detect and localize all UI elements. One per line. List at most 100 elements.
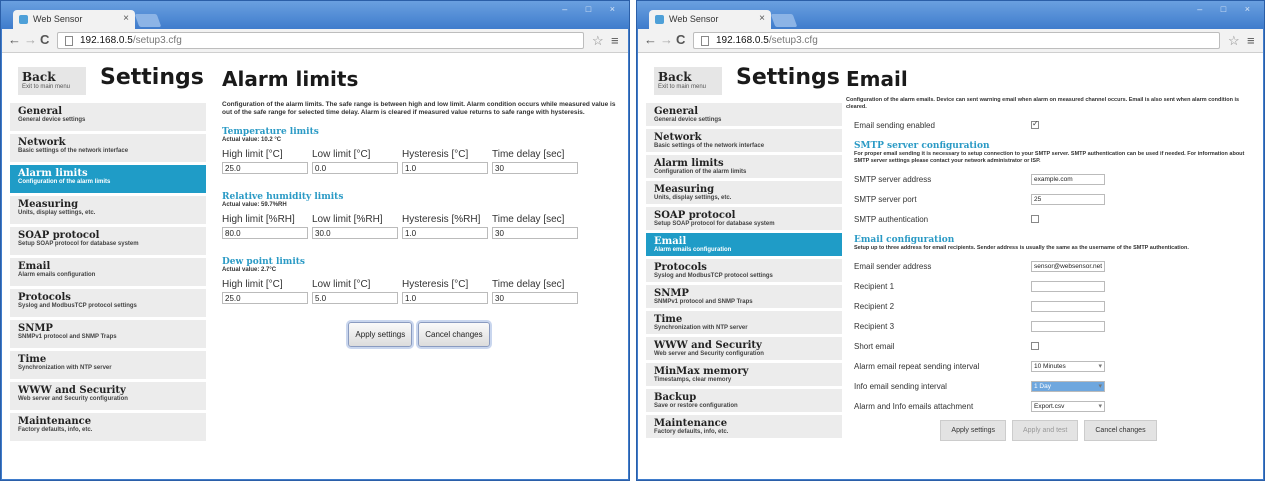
apply-and-test-button[interactable]: Apply and test	[1012, 420, 1079, 441]
bookmark-star-icon[interactable]: ☆	[1228, 33, 1240, 49]
menu-icon[interactable]: ≡	[611, 33, 619, 48]
new-tab-button[interactable]	[134, 14, 162, 27]
window-controls[interactable]: – □ ×	[1197, 4, 1258, 14]
smtp-address-input[interactable]: example.com	[1031, 173, 1105, 185]
forward-arrow-icon[interactable]: →	[24, 33, 37, 47]
limit-input[interactable]: 30	[492, 292, 578, 304]
form-buttons: Apply settings Apply and test Cancel cha…	[846, 420, 1251, 441]
sidebar-item-www-and-security[interactable]: WWW and Security Web server and Security …	[10, 382, 206, 413]
window-controls[interactable]: – □ ×	[562, 4, 623, 14]
limit-input[interactable]: 1.0	[402, 292, 488, 304]
limit-input[interactable]: 30.0	[312, 227, 398, 239]
smtp-address-label: SMTP server address	[854, 174, 932, 184]
sidebar-item-snmp[interactable]: SNMP SNMPv1 protocol and SNMP Traps	[646, 285, 842, 311]
limit-input[interactable]: 30	[492, 227, 578, 239]
url-path: /setup3.cfg	[768, 35, 818, 46]
sidebar-item-measuring[interactable]: Measuring Units, display settings, etc.	[10, 196, 206, 227]
sidebar-item-label: SNMP	[654, 288, 689, 299]
short-email-checkbox[interactable]	[1031, 342, 1039, 350]
limit-input[interactable]: 80.0	[222, 227, 308, 239]
tab-close-icon[interactable]: ×	[123, 13, 129, 24]
bookmark-star-icon[interactable]: ☆	[592, 33, 604, 49]
tab-title: Web Sensor	[33, 14, 83, 24]
limit-input[interactable]: 1.0	[402, 227, 488, 239]
limit-input[interactable]: 25.0	[222, 292, 308, 304]
email-config-title: Email configuration	[854, 235, 955, 245]
sidebar-item-sublabel: Synchronization with NTP server	[18, 365, 112, 371]
email-config-section: Email configuration Setup up to three ad…	[854, 235, 1251, 252]
sidebar-item-protocols[interactable]: Protocols Syslog and ModbusTCP protocol s…	[646, 259, 842, 285]
repeat-interval-select[interactable]: 10 Minutes ▾	[1031, 360, 1105, 372]
new-tab-button[interactable]	[770, 14, 798, 27]
sender-row: Email sender address sensor@websensor.ne…	[846, 256, 1251, 276]
sidebar-item-sublabel: Factory defaults, info, etc.	[654, 429, 729, 435]
sidebar-item-alarm-limits[interactable]: Alarm limits Configuration of the alarm l…	[10, 165, 206, 196]
recipient-1-input[interactable]	[1031, 280, 1105, 292]
info-interval-select[interactable]: 1 Day ▾	[1031, 380, 1105, 392]
limit-column-label: Time delay [sec]	[492, 214, 565, 225]
address-bar[interactable]: 192.168.0.5/setup3.cfg	[693, 32, 1220, 49]
page-title: Email	[846, 67, 908, 91]
sidebar-item-backup[interactable]: Backup Save or restore configuration	[646, 389, 842, 415]
sidebar-item-protocols[interactable]: Protocols Syslog and ModbusTCP protocol s…	[10, 289, 206, 320]
email-enabled-checkbox[interactable]	[1031, 119, 1039, 129]
browser-toolbar: ← → C 192.168.0.5/setup3.cfg ☆ ≡	[638, 29, 1263, 53]
limit-input[interactable]: 5.0	[312, 292, 398, 304]
attachment-select[interactable]: Export.csv ▾	[1031, 400, 1105, 412]
limit-input[interactable]: 1.0	[402, 162, 488, 174]
sidebar-item-soap-protocol[interactable]: SOAP protocol Setup SOAP protocol for dat…	[10, 227, 206, 258]
limit-input[interactable]: 0.0	[312, 162, 398, 174]
sidebar-item-network[interactable]: Network Basic settings of the network int…	[646, 129, 842, 155]
sidebar-item-maintenance[interactable]: Maintenance Factory defaults, info, etc.	[10, 413, 206, 444]
sidebar-item-time[interactable]: Time Synchronization with NTP server	[646, 311, 842, 337]
section-title: Temperature limits	[222, 127, 319, 137]
email-content: Email Configuration of the alarm emails.…	[846, 63, 1251, 441]
apply-settings-button[interactable]: Apply settings	[348, 322, 413, 347]
back-arrow-icon[interactable]: ←	[644, 33, 657, 47]
sidebar-item-label: SOAP protocol	[654, 210, 736, 221]
sidebar-item-general[interactable]: General General device settings	[646, 103, 842, 129]
sidebar-item-maintenance[interactable]: Maintenance Factory defaults, info, etc.	[646, 415, 842, 441]
address-bar[interactable]: 192.168.0.5/setup3.cfg	[57, 32, 584, 49]
sidebar-item-label: SNMP	[18, 323, 53, 334]
sidebar-item-www-and-security[interactable]: WWW and Security Web server and Security …	[646, 337, 842, 363]
sidebar-item-soap-protocol[interactable]: SOAP protocol Setup SOAP protocol for dat…	[646, 207, 842, 233]
cancel-changes-button[interactable]: Cancel changes	[418, 322, 490, 347]
recipient-2-input[interactable]	[1031, 300, 1105, 312]
back-button[interactable]: Back Exit to main menu	[18, 67, 86, 95]
sidebar-item-snmp[interactable]: SNMP SNMPv1 protocol and SNMP Traps	[10, 320, 206, 351]
page-icon	[65, 36, 73, 46]
smtp-auth-checkbox[interactable]	[1031, 215, 1039, 223]
apply-settings-button[interactable]: Apply settings	[940, 420, 1006, 441]
sidebar-item-label: Email	[18, 261, 51, 272]
limit-input[interactable]: 30	[492, 162, 578, 174]
sidebar-item-minmax-memory[interactable]: MinMax memory Timestamps, clear memory	[646, 363, 842, 389]
sender-input[interactable]: sensor@websensor.net	[1031, 260, 1105, 272]
sidebar-item-network[interactable]: Network Basic settings of the network int…	[10, 134, 206, 165]
attachment-label: Alarm and Info emails attachment	[854, 401, 974, 411]
favicon-icon	[19, 15, 28, 24]
sidebar-item-measuring[interactable]: Measuring Units, display settings, etc.	[646, 181, 842, 207]
sidebar-item-time[interactable]: Time Synchronization with NTP server	[10, 351, 206, 382]
sidebar-item-email[interactable]: Email Alarm emails configuration	[10, 258, 206, 289]
forward-arrow-icon[interactable]: →	[660, 33, 673, 47]
back-arrow-icon[interactable]: ←	[8, 33, 21, 47]
limit-input[interactable]: 25.0	[222, 162, 308, 174]
reload-icon[interactable]: C	[40, 33, 49, 47]
limit-column-label: Low limit [°C]	[312, 279, 371, 290]
sidebar-item-sublabel: Basic settings of the network interface	[654, 143, 765, 149]
browser-tab[interactable]: Web Sensor ×	[649, 10, 771, 29]
browser-tab[interactable]: Web Sensor ×	[13, 10, 135, 29]
smtp-port-input[interactable]: 25	[1031, 193, 1105, 205]
sidebar-item-alarm-limits[interactable]: Alarm limits Configuration of the alarm l…	[646, 155, 842, 181]
tab-close-icon[interactable]: ×	[759, 13, 765, 24]
menu-icon[interactable]: ≡	[1247, 33, 1255, 48]
sidebar-item-email[interactable]: Email Alarm emails configuration	[646, 233, 842, 259]
back-button[interactable]: Back Exit to main menu	[654, 67, 722, 95]
sidebar-item-sublabel: Units, display settings, etc.	[18, 210, 96, 216]
sidebar-item-label: MinMax memory	[654, 366, 749, 377]
reload-icon[interactable]: C	[676, 33, 685, 47]
sidebar-item-general[interactable]: General General device settings	[10, 103, 206, 134]
cancel-changes-button[interactable]: Cancel changes	[1084, 420, 1157, 441]
recipient-3-input[interactable]	[1031, 320, 1105, 332]
